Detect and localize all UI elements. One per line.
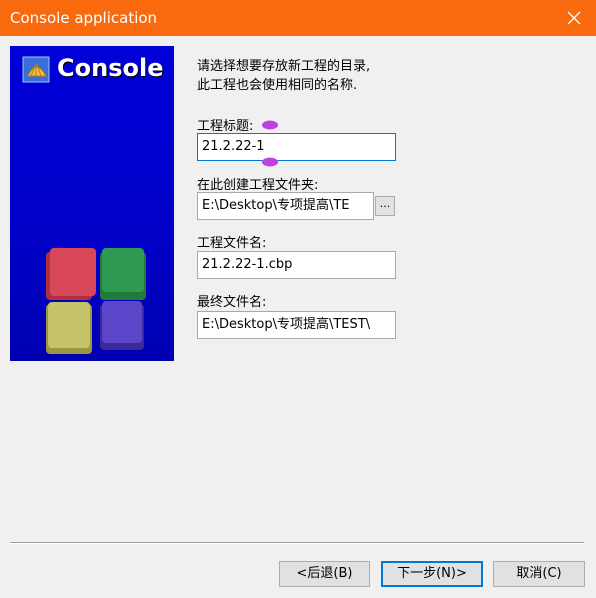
next-button[interactable]: 下一步(N)> [381,561,483,587]
selection-handle-icon[interactable] [261,120,279,130]
divider [10,542,584,544]
instruction-line-2: 此工程也会使用相同的名称. [197,78,358,93]
folder-input[interactable]: E:\Desktop\专项提高\TE [197,192,374,220]
colored-cubes-icon [44,246,148,358]
result-label: 最终文件名: [197,295,267,310]
back-button[interactable]: <后退(B) [279,561,370,587]
title-bar: Console application [0,0,596,36]
result-filename-field: E:\Desktop\专项提高\TEST\ [197,311,396,339]
window-title: Console application [10,9,158,27]
instructions: 请选择想要存放新工程的目录, 此工程也会使用相同的名称. [197,57,370,95]
cancel-button[interactable]: 取消(C) [493,561,585,587]
project-title-input[interactable]: 21.2.22-1 [197,133,396,161]
instruction-line-1: 请选择想要存放新工程的目录, [197,59,371,74]
project-file-label: 工程文件名: [197,236,267,251]
close-icon[interactable] [560,4,588,32]
folder-label: 在此创建工程文件夹: [197,178,319,193]
banner-title: Console [57,54,164,82]
project-file-input[interactable]: 21.2.22-1.cbp [197,251,396,279]
project-title-label: 工程标题: [197,119,254,134]
shell-icon [22,54,52,84]
selection-handle-icon[interactable] [261,157,279,167]
wizard-banner: Console [10,46,174,361]
browse-button[interactable]: ... [375,196,395,216]
